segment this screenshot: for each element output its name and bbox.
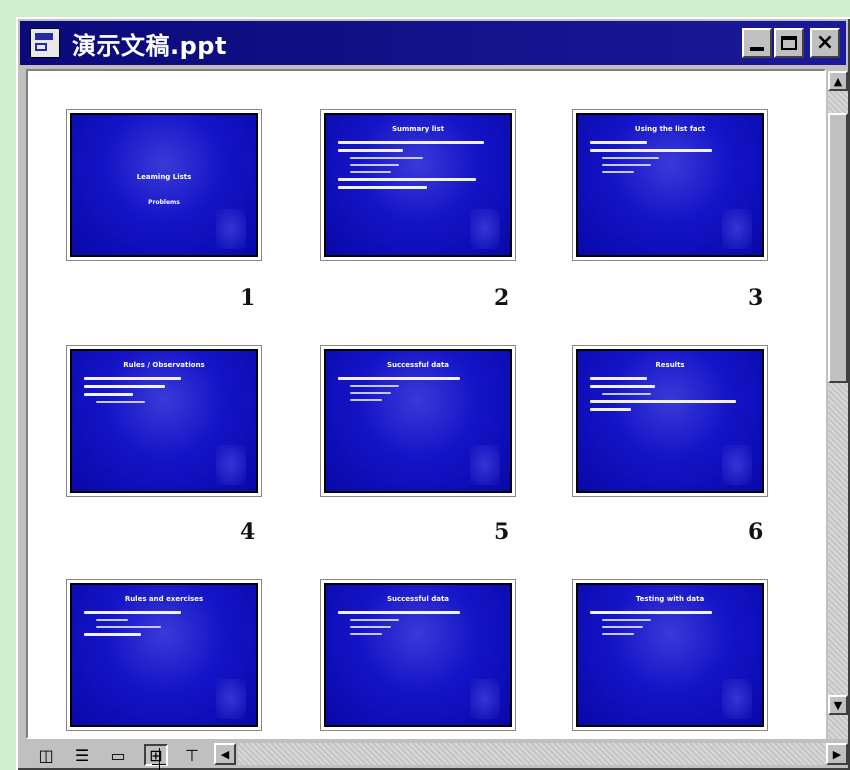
presentation-window: 演示文稿.ppt × Leaming Lists Problems 1 Summ… <box>16 17 850 770</box>
slide-thumbnail-3[interactable]: Using the list fact <box>572 109 768 261</box>
slide-number: 3 <box>748 285 764 311</box>
slide-thumbnail-4[interactable]: Rules / Observations <box>66 345 262 497</box>
scroll-right-button[interactable]: ▶ <box>826 743 848 765</box>
slide-title: Successful data <box>386 595 450 603</box>
slide-number: 4 <box>240 519 256 545</box>
slide-title: Rules and exercises <box>124 595 204 603</box>
slide-bullets <box>590 377 752 411</box>
normal-view-button[interactable]: ◫ <box>34 744 58 766</box>
up-arrow-icon: ▲ <box>833 74 843 88</box>
slide-title: Using the list fact <box>634 125 706 133</box>
slide-canvas: Summary list <box>324 113 512 257</box>
normal-view-icon: ◫ <box>38 745 54 765</box>
slide-thumbnail-8[interactable]: Successful data <box>320 579 516 731</box>
slide-thumbnail-7[interactable]: Rules and exercises <box>66 579 262 731</box>
slide-canvas: Rules / Observations <box>70 349 258 493</box>
slide-show-icon: ⊤ <box>185 745 199 765</box>
slide-number: 5 <box>494 519 510 545</box>
slide-title: Leaming Lists <box>136 173 192 181</box>
horizontal-scrollbar[interactable] <box>238 743 844 765</box>
slide-show-view-button[interactable]: ⊤ <box>180 744 204 766</box>
maximize-icon <box>781 36 797 50</box>
slide-bullets <box>590 141 752 173</box>
window-controls: × <box>742 28 840 58</box>
slide-title: Rules / Observations <box>123 361 205 369</box>
slide-thumbnail-9[interactable]: Testing with data <box>572 579 768 731</box>
down-arrow-icon: ▼ <box>833 698 843 712</box>
scroll-up-button[interactable]: ▲ <box>828 71 848 91</box>
slide-title: Testing with data <box>635 595 705 603</box>
close-icon: × <box>815 30 835 55</box>
slide-thumbnail-5[interactable]: Successful data <box>320 345 516 497</box>
minimize-button[interactable] <box>742 28 772 58</box>
slide-canvas: Successful data <box>324 349 512 493</box>
slide-sorter-area: Leaming Lists Problems 1 Summary list 2 <box>26 69 826 739</box>
scroll-left-button[interactable]: ◀ <box>214 743 236 765</box>
callout-tick <box>152 764 166 765</box>
slide-number: 1 <box>240 285 256 311</box>
slide-title: Results <box>655 361 685 369</box>
outline-view-button[interactable]: ☰ <box>70 744 94 766</box>
slide-bullets <box>338 611 500 635</box>
left-arrow-icon: ◀ <box>220 747 230 761</box>
outline-view-icon: ☰ <box>74 745 90 765</box>
view-bar: ◫ ☰ ▭ ⊞ ⊤ ◀ ▶ <box>26 741 848 767</box>
minimize-icon <box>750 47 764 51</box>
close-button[interactable]: × <box>810 28 840 58</box>
slide-thumbnail-2[interactable]: Summary list <box>320 109 516 261</box>
slide-bullets <box>84 377 246 403</box>
slide-number: 6 <box>748 519 764 545</box>
slide-canvas: Rules and exercises <box>70 583 258 727</box>
slide-bullets <box>84 611 246 636</box>
slide-canvas: Leaming Lists Problems <box>70 113 258 257</box>
window-title: 演示文稿.ppt <box>72 31 227 60</box>
slide-view-button[interactable]: ▭ <box>106 744 130 766</box>
slide-title: Successful data <box>386 361 450 369</box>
slide-bullets <box>338 141 500 189</box>
callout-line <box>159 748 160 770</box>
slide-number: 2 <box>494 285 510 311</box>
slide-view-icon: ▭ <box>110 745 126 765</box>
slide-thumbnail-6[interactable]: Results <box>572 345 768 497</box>
slide-bullets <box>590 611 752 635</box>
slide-subtitle: Problems <box>148 199 180 206</box>
slide-canvas: Successful data <box>324 583 512 727</box>
scroll-down-button[interactable]: ▼ <box>828 695 848 715</box>
slide-canvas: Using the list fact <box>576 113 764 257</box>
slide-bullets <box>338 377 500 401</box>
maximize-button[interactable] <box>774 28 804 58</box>
slide-thumbnail-1[interactable]: Leaming Lists Problems <box>66 109 262 261</box>
title-bar[interactable]: 演示文稿.ppt × <box>20 21 846 65</box>
scroll-thumb[interactable] <box>828 113 848 383</box>
slide-canvas: Results <box>576 349 764 493</box>
right-arrow-icon: ▶ <box>832 747 842 761</box>
slide-canvas: Testing with data <box>576 583 764 727</box>
slide-title: Summary list <box>391 125 445 133</box>
slide-sorter-icon: ⊞ <box>149 745 163 765</box>
vertical-scrollbar[interactable]: ▲ ▼ <box>828 71 848 739</box>
slide-sorter-view-button[interactable]: ⊞ <box>144 744 168 766</box>
presentation-icon[interactable] <box>30 28 60 58</box>
